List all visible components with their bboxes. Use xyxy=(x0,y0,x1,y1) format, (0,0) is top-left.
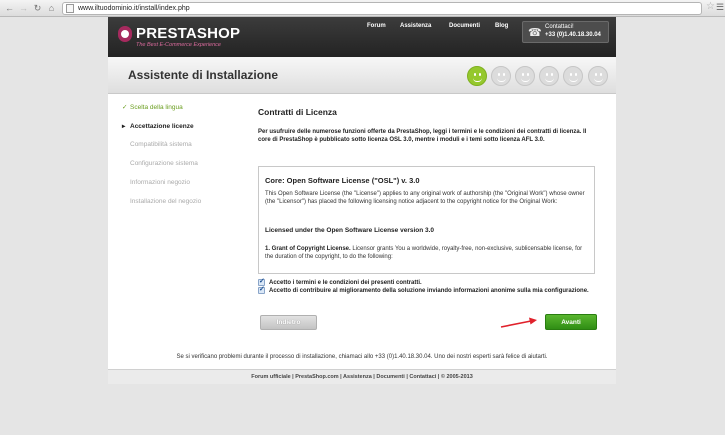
browser-toolbar: ← → ↻ ⌂ www.iltuodominio.it/install/inde… xyxy=(0,0,725,17)
terms-checkbox-label[interactable]: Accetto i termini e le condizioni dei pr… xyxy=(269,279,589,287)
installer-main: ✓ Scelta della lingua ▸ Accettazione licen… xyxy=(108,94,616,369)
annotation-arrow-icon xyxy=(500,317,537,328)
sidebar-step: ✓ Scelta della lingua xyxy=(122,104,183,111)
progress-smiley-icon xyxy=(588,66,608,86)
progress-smiley-icon xyxy=(515,66,535,86)
license-intro: Per usufruire delle numerose funzioni of… xyxy=(258,129,587,143)
improve-checkbox-label[interactable]: Accetto di contribuire al miglioramento … xyxy=(269,287,589,295)
nav-blog[interactable]: Blog xyxy=(495,23,508,29)
help-text: Se si verificano problemi durante il pro… xyxy=(176,354,548,360)
address-bar[interactable]: www.iltuodominio.it/install/index.php xyxy=(62,2,702,15)
site-header: PRESTASHOP The Best E-Commerce Experienc… xyxy=(108,17,616,57)
contact-box[interactable]: ☎ Contattaci! +33 (0)1.40.18.30.04 xyxy=(522,21,609,43)
terms-checkbox[interactable] xyxy=(258,278,265,286)
license-grant: 1. Grant of Copyright License. Licensor … xyxy=(265,246,583,260)
content-heading: Contratti di Licenza xyxy=(258,107,337,117)
home-icon[interactable]: ⌂ xyxy=(46,3,57,14)
nav-assistenza[interactable]: Assistenza xyxy=(400,23,431,29)
license-subtitle: Licensed under the Open Software License… xyxy=(265,227,435,234)
back-arrow-icon[interactable]: ← xyxy=(4,3,15,14)
license-text-box[interactable]: Core: Open Software License ("OSL") v. 3… xyxy=(258,166,595,274)
license-paragraph: This Open Software License (the "License… xyxy=(265,191,585,205)
contact-label: Contattaci! xyxy=(545,24,574,30)
next-button[interactable]: Avanti xyxy=(545,314,597,330)
progress-smiley-icon xyxy=(539,66,559,86)
progress-smiley-icon xyxy=(467,66,487,86)
footer-links[interactable]: Forum ufficiale | PrestaShop.com | Assis… xyxy=(108,374,616,380)
telephone-icon: ☎ xyxy=(528,27,542,39)
bullet-arrow-icon: ▸ xyxy=(122,123,126,130)
progress-smiley-icon xyxy=(563,66,583,86)
improve-checkbox[interactable] xyxy=(258,286,265,294)
sidebar-step: Compatibilità sistema xyxy=(130,141,192,148)
page-title: Assistente di Installazione xyxy=(128,68,279,82)
forward-arrow-icon[interactable]: → xyxy=(18,3,29,14)
sidebar-step: Installazione del negozio xyxy=(130,198,202,205)
footer: Forum ufficiale | PrestaShop.com | Assis… xyxy=(108,369,616,384)
star-icon[interactable]: ☆ xyxy=(706,1,715,12)
license-title: Core: Open Software License ("OSL") v. 3… xyxy=(265,176,420,185)
menu-icon[interactable]: ☰ xyxy=(716,2,724,13)
reload-icon[interactable]: ↻ xyxy=(32,3,43,14)
check-icon: ✓ xyxy=(122,104,128,111)
nav-documenti[interactable]: Documenti xyxy=(449,23,480,29)
prestashop-logo-icon xyxy=(118,26,132,42)
logo-text: PRESTASHOP xyxy=(136,25,241,42)
logo-tagline: The Best E-Commerce Experience xyxy=(136,42,221,48)
sidebar-step: ▸ Accettazione licenze xyxy=(122,123,194,130)
sidebar-step: Informazioni negozio xyxy=(130,179,190,186)
page-icon xyxy=(66,4,74,13)
progress-smiley-icon xyxy=(491,66,511,86)
contact-phone: +33 (0)1.40.18.30.04 xyxy=(545,32,601,38)
url-text[interactable]: www.iltuodominio.it/install/index.php xyxy=(78,4,190,14)
sidebar-step: Configurazione sistema xyxy=(130,160,198,167)
nav-forum[interactable]: Forum xyxy=(367,23,386,29)
back-button[interactable]: Indietro xyxy=(260,315,317,330)
installer-title-bar: Assistente di Installazione xyxy=(108,57,616,94)
